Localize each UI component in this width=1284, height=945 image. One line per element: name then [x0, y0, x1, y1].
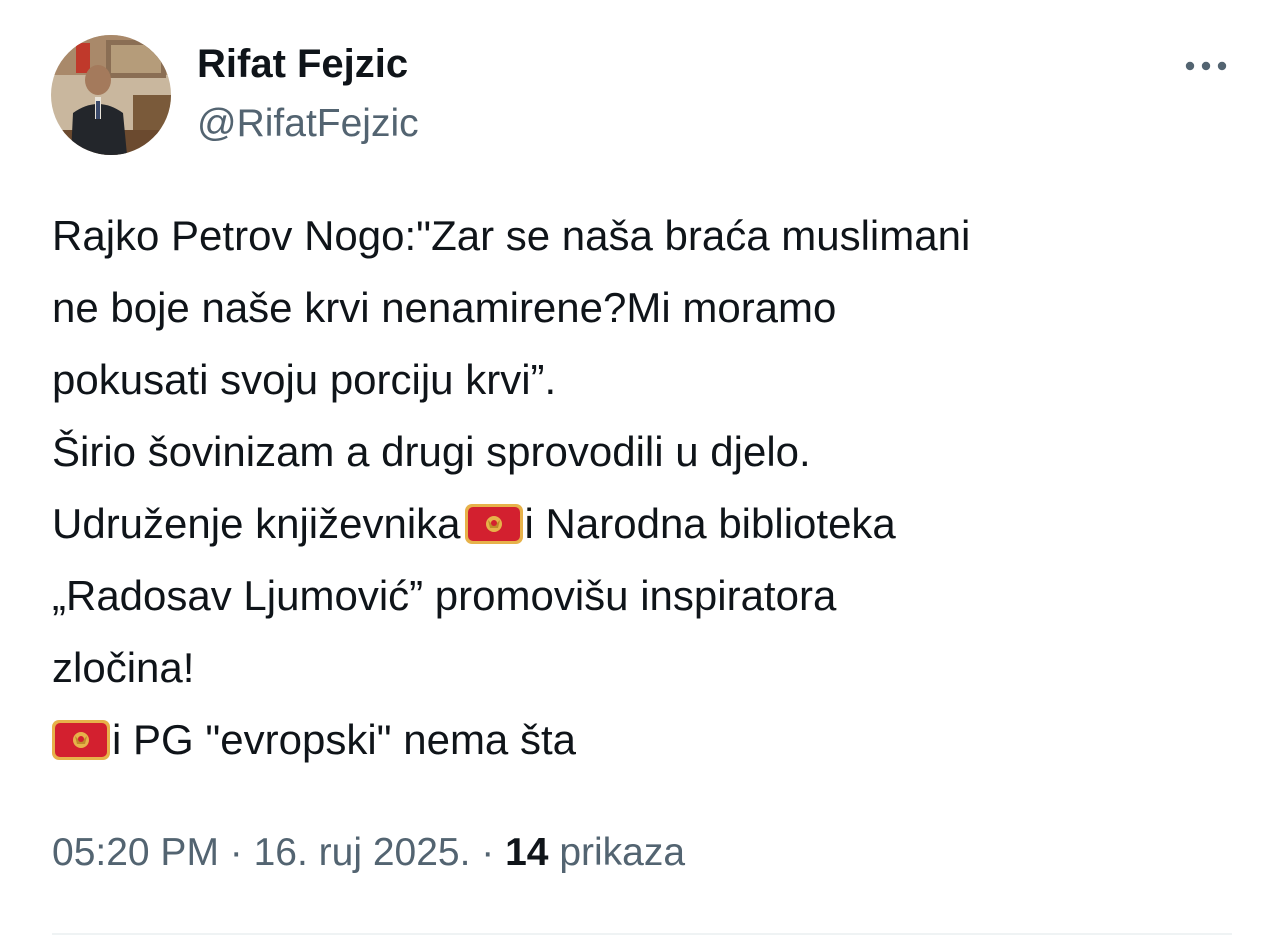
- tweet-line: ne boje naše krvi nenamirene?Mi moramo: [52, 284, 837, 331]
- views-label[interactable]: prikaza: [559, 831, 685, 874]
- tweet-meta: 05:20 PM · 16. ruj 2025. · 14 prikaza: [52, 828, 685, 878]
- montenegro-flag-icon: [464, 504, 523, 544]
- avatar[interactable]: [51, 35, 171, 155]
- more-horizontal-icon: [1185, 61, 1227, 71]
- tweet-line: zločina!: [52, 644, 195, 691]
- tweet-line: „Radosav Ljumović” promovišu inspiratora: [52, 572, 837, 619]
- tweet-segment: Udruženje književnika: [52, 500, 461, 547]
- tweet-time[interactable]: 05:20 PM: [52, 831, 219, 874]
- tweet-text: Rajko Petrov Nogo:"Zar se naša braća mus…: [52, 200, 1242, 776]
- tweet-segment: i Narodna biblioteka: [524, 500, 896, 547]
- meta-separator: ·: [470, 831, 506, 874]
- views-count[interactable]: 14: [505, 831, 548, 874]
- tweet-card: Rifat Fejzic @RifatFejzic Rajko Petrov N…: [0, 0, 1284, 945]
- tweet-line: pokusati svoju porciju krvi”.: [52, 356, 557, 403]
- tweet-line: Rajko Petrov Nogo:"Zar se naša braća mus…: [52, 212, 971, 259]
- meta-separator: ·: [218, 831, 254, 874]
- tweet-date[interactable]: 16. ruj 2025.: [254, 831, 471, 874]
- divider: [52, 933, 1232, 935]
- author-handle[interactable]: @RifatFejzic: [197, 100, 419, 148]
- author-display-name[interactable]: Rifat Fejzic: [197, 40, 408, 88]
- more-options-button[interactable]: [1176, 48, 1236, 84]
- tweet-line: Širio šovinizam a drugi sprovodili u dje…: [52, 428, 811, 475]
- tweet-line-with-flag: i PG "evropski" nema šta: [52, 704, 1242, 776]
- tweet-line-with-flag: Udruženje književnika i Narodna bibliotek…: [52, 488, 1242, 560]
- montenegro-flag-icon: [52, 720, 110, 760]
- tweet-segment: i PG "evropski" nema šta: [112, 716, 576, 763]
